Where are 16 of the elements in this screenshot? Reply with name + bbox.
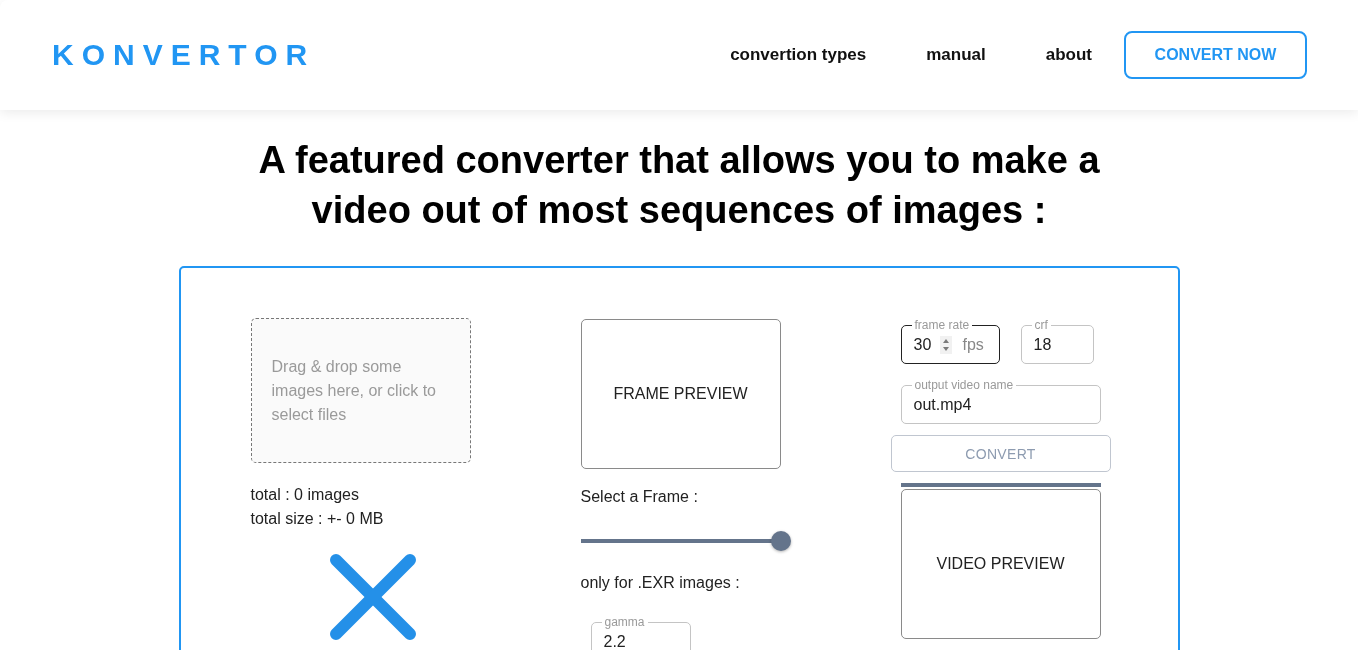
stats-text: total : 0 images [250, 485, 360, 505]
number-field[interactable]: crf 18 [1020, 318, 1094, 364]
exr-note: only for .EXR images : [580, 573, 740, 593]
frame-preview-panel: FRAME PREVIEW [580, 319, 781, 469]
page-heading: A featured converter that allows you to make a video out of most sequences of images : [257, 138, 1101, 233]
up-down-arrows-icon[interactable] [939, 336, 952, 354]
frame-rate-field[interactable]: frame rate 30 fps [900, 318, 1000, 364]
close-icon[interactable] [329, 554, 416, 640]
nav-link[interactable]: convertion types [730, 45, 867, 65]
slider-label: Select a Frame : [580, 487, 698, 507]
nav-link[interactable]: manual [926, 45, 986, 65]
output-name-field[interactable]: output video name out.mp4 [900, 378, 1101, 424]
stats-text: total size : +- 0 MB [250, 509, 384, 529]
video-preview-panel: VIDEO PREVIEW [900, 489, 1101, 639]
slider-thumb[interactable] [770, 531, 791, 551]
nav-link[interactable]: about [1045, 45, 1092, 65]
